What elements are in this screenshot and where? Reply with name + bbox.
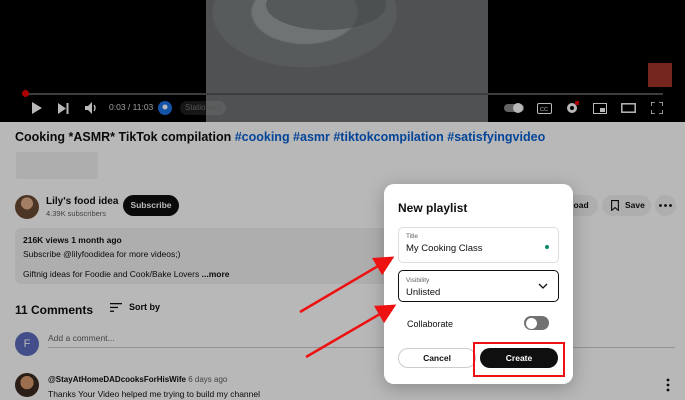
title-field-label: Title [406, 233, 419, 240]
title-field-value[interactable]: My Cooking Class [406, 243, 483, 254]
modal-backdrop[interactable] [0, 0, 685, 400]
playlist-title-field[interactable]: Title My Cooking Class [398, 227, 559, 263]
chevron-down-icon [538, 283, 548, 289]
cancel-button[interactable]: Cancel [398, 348, 476, 368]
collaborate-label: Collaborate [407, 319, 454, 329]
annotation-highlight-box [473, 342, 565, 377]
visibility-label: Visibility [406, 277, 430, 284]
toggle-knob [525, 317, 537, 329]
visibility-value: Unlisted [406, 287, 441, 298]
collaborate-toggle[interactable] [524, 316, 549, 330]
text-cursor-dot [545, 245, 549, 249]
visibility-select[interactable]: Visibility Unlisted [398, 270, 559, 302]
dialog-title: New playlist [398, 201, 468, 215]
